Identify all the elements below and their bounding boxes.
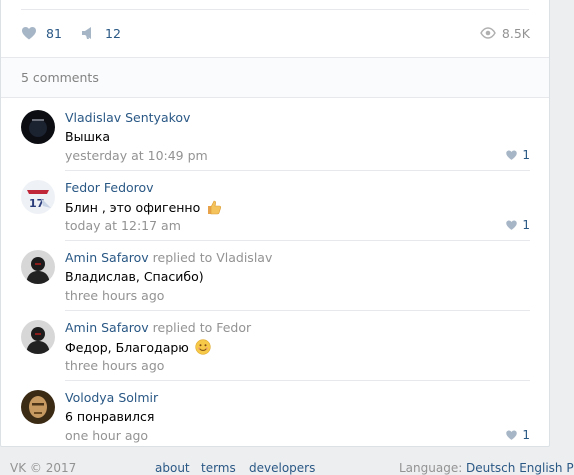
comment-time[interactable]: three hours ago [65,358,164,373]
comment-like-button[interactable]: 1 [505,218,530,232]
comment-author: Amin Safarov replied to Fedor [65,320,251,335]
comments-count: 5 comments [21,70,99,85]
author-name-link[interactable]: Amin Safarov [65,320,149,335]
comment-author: Vladislav Sentyakov [65,110,190,125]
smile-emoji-icon [195,339,211,355]
author-name-link[interactable]: Fedor Fedorov [65,180,154,195]
avatar-image [21,390,55,424]
comment-like-count: 1 [522,428,530,442]
avatar-image: 17 [21,180,55,214]
author-name-link[interactable]: Volodya Solmir [65,390,158,405]
comment-text: 6 понравился [65,409,155,424]
svg-text:17: 17 [29,197,44,210]
eye-icon [480,27,496,39]
avatar-image [21,250,55,284]
avatar[interactable]: 17 [21,180,55,214]
thumbs-up-emoji-icon [208,200,222,215]
megaphone-icon [82,27,91,39]
share-button[interactable]: 12 [80,25,121,41]
like-button[interactable]: 81 [21,25,62,41]
like-count: 81 [46,25,62,41]
comment-text-content: Федор, Благодарю [65,340,189,355]
comment-like-count: 1 [522,218,530,232]
footer-language-label: Language: [399,461,463,475]
comment-like-button[interactable]: 1 [505,428,530,442]
comment-item: 17 Fedor Fedorov Блин , это офигенно tod… [21,171,530,241]
comment-author: Amin Safarov replied to Vladislav [65,250,272,265]
share-count: 12 [105,25,121,41]
comment-item: Vladislav Sentyakov Вышка yesterday at 1… [21,101,530,171]
comment-text: Владислав, Спасибо) [65,269,204,284]
footer-developers-link[interactable]: developers [249,461,315,475]
comment-text: Федор, Благодарю [65,339,211,355]
footer-language-links[interactable]: Deutsch English P [466,461,574,475]
footer-about-link[interactable]: about [155,461,190,475]
comment-text: Блин , это офигенно [65,199,222,215]
comment-time[interactable]: one hour ago [65,428,148,443]
comment-item: Amin Safarov replied to Vladislav Владис… [21,241,530,311]
footer-terms-link[interactable]: terms [201,461,236,475]
comment-author: Volodya Solmir [65,390,158,405]
comment-time[interactable]: today at 12:17 am [65,218,181,233]
comment-time[interactable]: yesterday at 10:49 pm [65,148,208,163]
avatar[interactable] [21,250,55,284]
author-name-link[interactable]: Vladislav Sentyakov [65,110,190,125]
reply-to-label[interactable]: replied to Vladislav [153,250,273,265]
heart-icon [506,220,518,230]
avatar[interactable] [21,390,55,424]
footer-copyright: VK © 2017 [10,461,77,475]
comment-text: Вышка [65,129,111,144]
author-name-link[interactable]: Amin Safarov [65,250,149,265]
comment-text-content: Блин , это офигенно [65,200,201,215]
avatar[interactable] [21,320,55,354]
comment-item: Amin Safarov replied to Fedor Федор, Бла… [21,311,530,381]
reply-to-label[interactable]: replied to Fedor [153,320,251,335]
post-card: 81 12 8.5K 5 comments Vladislav Sentyako… [0,0,550,447]
avatar[interactable] [21,110,55,144]
views-counter: 8.5K [480,25,530,41]
avatar-image [21,320,55,354]
heart-icon [506,430,518,440]
comments-header: 5 comments [1,57,549,98]
heart-icon [22,27,36,40]
divider [21,9,529,10]
comment-time[interactable]: three hours ago [65,288,164,303]
views-count: 8.5K [501,25,530,41]
comment-item: Volodya Solmir 6 понравился one hour ago… [21,381,530,451]
post-actions-bar: 81 12 8.5K [1,19,549,49]
avatar-image [21,110,55,144]
heart-icon [506,150,518,160]
comment-author: Fedor Fedorov [65,180,154,195]
page-footer: VK © 2017 about terms developers Languag… [0,458,574,475]
comment-like-count: 1 [522,148,530,162]
comment-like-button[interactable]: 1 [505,148,530,162]
